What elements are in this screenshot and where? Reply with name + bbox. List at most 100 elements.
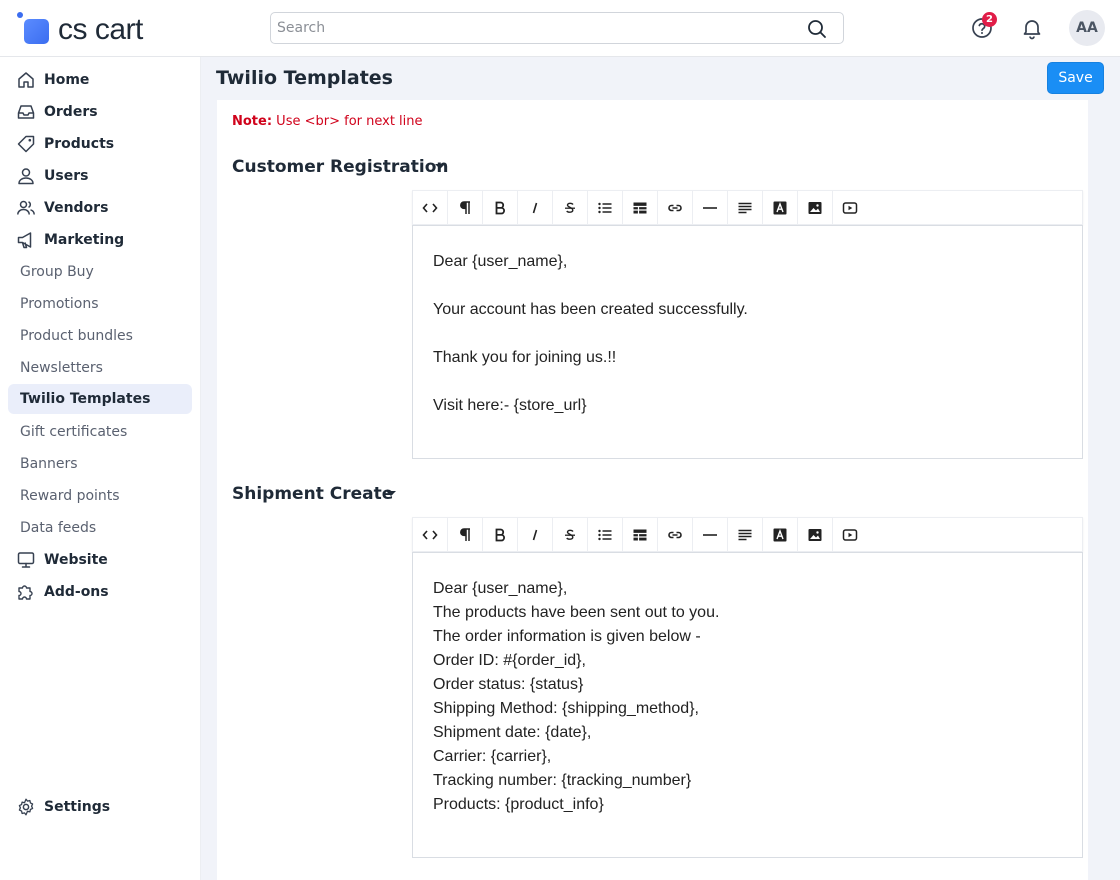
insert-video-button[interactable] (833, 191, 868, 225)
brand-logo[interactable]: cs cart (16, 12, 166, 46)
megaphone-icon (17, 232, 32, 249)
sidebar-item-orders[interactable]: Orders (8, 97, 192, 127)
code-icon (422, 530, 438, 540)
sidebar-item-label: Promotions (20, 296, 99, 312)
editor-line: Shipping Method: {shipping_method}, (433, 700, 699, 717)
italic-icon (532, 202, 538, 214)
align-left-icon (738, 529, 752, 541)
sidebar-item-twilio-templates[interactable]: Twilio Templates (8, 384, 192, 414)
text-color-button[interactable] (763, 518, 798, 552)
chevron-down-icon[interactable] (435, 164, 445, 169)
save-button[interactable]: Save (1047, 62, 1104, 94)
chevron-down-icon[interactable] (386, 491, 396, 496)
unordered-list-button[interactable] (588, 191, 623, 225)
section-title-shipment-create[interactable]: Shipment Create (232, 483, 393, 505)
sidebar-item-vendors[interactable]: Vendors (8, 193, 192, 223)
table-button[interactable] (623, 518, 658, 552)
editor-line: Thank you for joining us.!! (433, 349, 617, 366)
editor-line: Shipment date: {date}, (433, 724, 592, 741)
italic-button[interactable] (518, 518, 553, 552)
text-color-button[interactable] (763, 191, 798, 225)
sidebar-item-label: Marketing (44, 232, 125, 248)
editor-line: Carrier: {carrier}, (433, 748, 552, 765)
align-button[interactable] (728, 191, 763, 225)
sidebar-item-home[interactable]: Home (8, 65, 192, 95)
sidebar-item-settings[interactable]: Settings (8, 792, 192, 822)
sidebar-item-label: Products (44, 136, 115, 152)
insert-video-button[interactable] (833, 518, 868, 552)
search-box (270, 12, 844, 44)
paragraph-button[interactable] (448, 191, 483, 225)
sidebar-item-label: Home (44, 72, 90, 88)
sidebar-item-label: Group Buy (20, 264, 94, 280)
strikethrough-button[interactable] (553, 518, 588, 552)
sidebar-item-label: Settings (44, 799, 111, 815)
link-button[interactable] (658, 191, 693, 225)
bell-icon[interactable] (1020, 16, 1044, 40)
sidebar-item-label: Twilio Templates (20, 391, 151, 407)
tag-icon (17, 135, 35, 153)
bold-button[interactable] (483, 518, 518, 552)
sidebar-item-add-ons[interactable]: Add-ons (8, 577, 192, 607)
image-icon (808, 202, 822, 214)
sidebar-item-label: Gift certificates (20, 424, 128, 440)
strikethrough-icon (565, 202, 575, 213)
search-input[interactable] (277, 17, 797, 39)
horizontal-rule-icon (703, 207, 717, 209)
code-view-button[interactable] (413, 191, 448, 225)
editor-line: The order information is given below - (433, 628, 701, 645)
sidebar-item-users[interactable]: Users (8, 161, 192, 191)
avatar[interactable]: AA (1069, 10, 1105, 46)
monitor-icon (17, 552, 35, 568)
editor-line: Tracking number: {tracking_number} (433, 772, 692, 789)
sidebar-item-marketing[interactable]: Marketing (8, 225, 192, 255)
home-icon (18, 72, 34, 88)
paragraph-icon (460, 201, 470, 214)
sidebar-item-label: Product bundles (20, 328, 133, 344)
video-icon (842, 529, 858, 541)
sidebar-item-promotions[interactable]: Promotions (8, 289, 192, 319)
sidebar-item-data-feeds[interactable]: Data feeds (8, 513, 192, 543)
bold-icon (495, 528, 505, 542)
insert-image-button[interactable] (798, 518, 833, 552)
paragraph-button[interactable] (448, 518, 483, 552)
sidebar-item-newsletters[interactable]: Newsletters (8, 353, 192, 383)
sidebar: Home Orders Products Users Vendors Marke… (0, 57, 201, 880)
table-button[interactable] (623, 191, 658, 225)
horizontal-rule-button[interactable] (693, 518, 728, 552)
code-view-button[interactable] (413, 518, 448, 552)
horizontal-rule-button[interactable] (693, 191, 728, 225)
inbox-icon (17, 105, 35, 119)
sidebar-item-group-buy[interactable]: Group Buy (8, 257, 192, 287)
align-button[interactable] (728, 518, 763, 552)
bold-button[interactable] (483, 191, 518, 225)
logo-dot (17, 12, 23, 18)
unordered-list-button[interactable] (588, 518, 623, 552)
sidebar-item-products[interactable]: Products (8, 129, 192, 159)
editor-line: Order ID: #{order_id}, (433, 652, 586, 669)
table-icon (633, 202, 647, 214)
sidebar-item-gift-certificates[interactable]: Gift certificates (8, 417, 192, 447)
page-title: Twilio Templates (216, 67, 393, 89)
sidebar-item-website[interactable]: Website (8, 545, 192, 575)
italic-button[interactable] (518, 191, 553, 225)
text-color-icon (773, 201, 787, 215)
template-editor-shipment-create[interactable]: Dear {user_name}, The products have been… (412, 552, 1083, 858)
sidebar-item-label: Orders (44, 104, 98, 120)
sidebar-item-label: Vendors (44, 200, 109, 216)
puzzle-icon (18, 585, 33, 600)
sidebar-item-banners[interactable]: Banners (8, 449, 192, 479)
link-button[interactable] (658, 518, 693, 552)
gear-icon (18, 798, 34, 816)
bold-icon (495, 201, 505, 215)
template-editor-customer-registration[interactable]: Dear {user_name}, Your account has been … (412, 225, 1083, 459)
sidebar-item-reward-points[interactable]: Reward points (8, 481, 192, 511)
search-icon[interactable] (807, 19, 827, 39)
insert-image-button[interactable] (798, 191, 833, 225)
image-icon (808, 529, 822, 541)
editor-line: The products have been sent out to you. (433, 604, 720, 621)
strikethrough-button[interactable] (553, 191, 588, 225)
sidebar-item-product-bundles[interactable]: Product bundles (8, 321, 192, 351)
link-icon (668, 531, 682, 539)
section-title-customer-registration[interactable]: Customer Registration (232, 156, 449, 178)
